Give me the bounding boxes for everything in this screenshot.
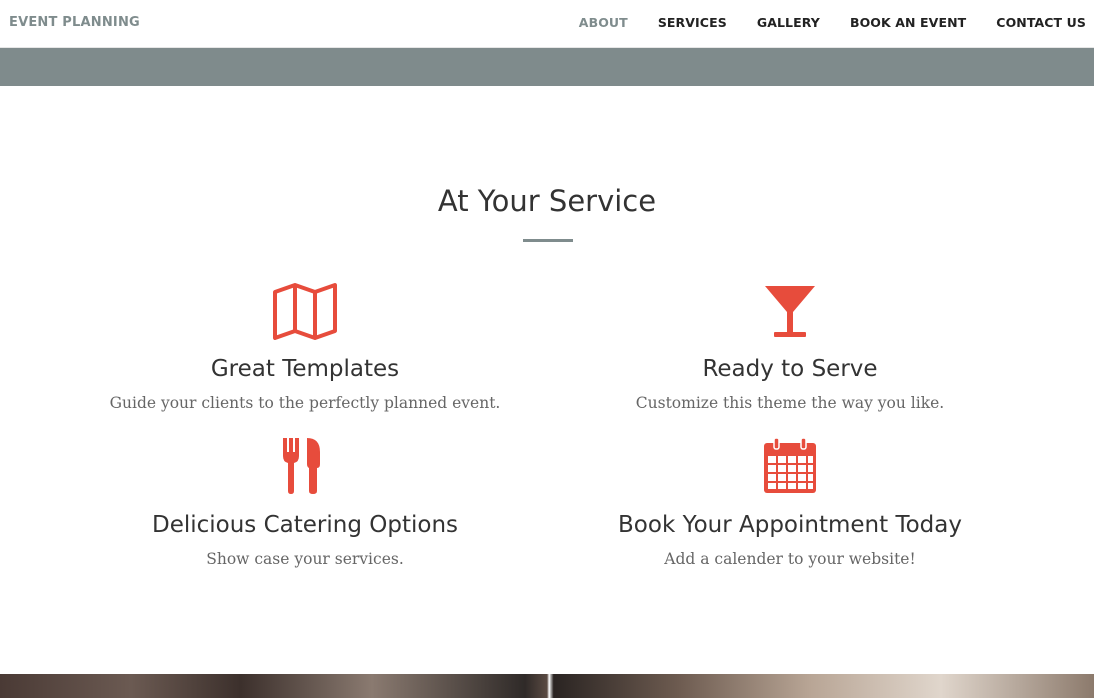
gallery-photo-strip	[0, 674, 1094, 698]
nav-link-gallery[interactable]: GALLERY	[757, 15, 820, 30]
fork-knife-icon	[283, 438, 320, 494]
calendar-icon	[764, 438, 816, 493]
feature-title: Ready to Serve	[702, 356, 878, 382]
gray-banner	[0, 48, 1094, 86]
brand-link[interactable]: EVENT PLANNING	[9, 15, 140, 30]
nav-link-book-an-event[interactable]: BOOK AN EVENT	[850, 15, 966, 30]
feature-description: Show case your services.	[206, 550, 404, 568]
top-navbar: EVENT PLANNING ABOUT SERVICES GALLERY BO…	[0, 0, 1094, 48]
map-icon	[273, 283, 337, 340]
feature-delicious-catering: Delicious Catering Options Show case you…	[55, 438, 555, 568]
feature-great-templates: Great Templates Guide your clients to th…	[55, 282, 555, 412]
cocktail-glass-icon	[765, 286, 815, 337]
feature-title: Delicious Catering Options	[151, 512, 459, 538]
section-title: At Your Service	[437, 184, 657, 218]
nav-link-about[interactable]: ABOUT	[579, 15, 628, 30]
feature-title: Great Templates	[210, 356, 400, 382]
feature-description: Guide your clients to the perfectly plan…	[109, 394, 501, 412]
feature-description: Add a calender to your website!	[664, 550, 916, 568]
title-divider	[523, 239, 573, 242]
nav-link-services[interactable]: SERVICES	[658, 15, 727, 30]
feature-title: Book Your Appointment Today	[618, 512, 962, 538]
feature-book-appointment: Book Your Appointment Today Add a calend…	[540, 438, 1040, 568]
nav-links: ABOUT SERVICES GALLERY BOOK AN EVENT CON…	[549, 15, 1086, 30]
feature-description: Customize this theme the way you like.	[635, 394, 945, 412]
nav-link-contact-us[interactable]: CONTACT US	[996, 15, 1086, 30]
feature-ready-to-serve: Ready to Serve Customize this theme the …	[540, 282, 1040, 412]
